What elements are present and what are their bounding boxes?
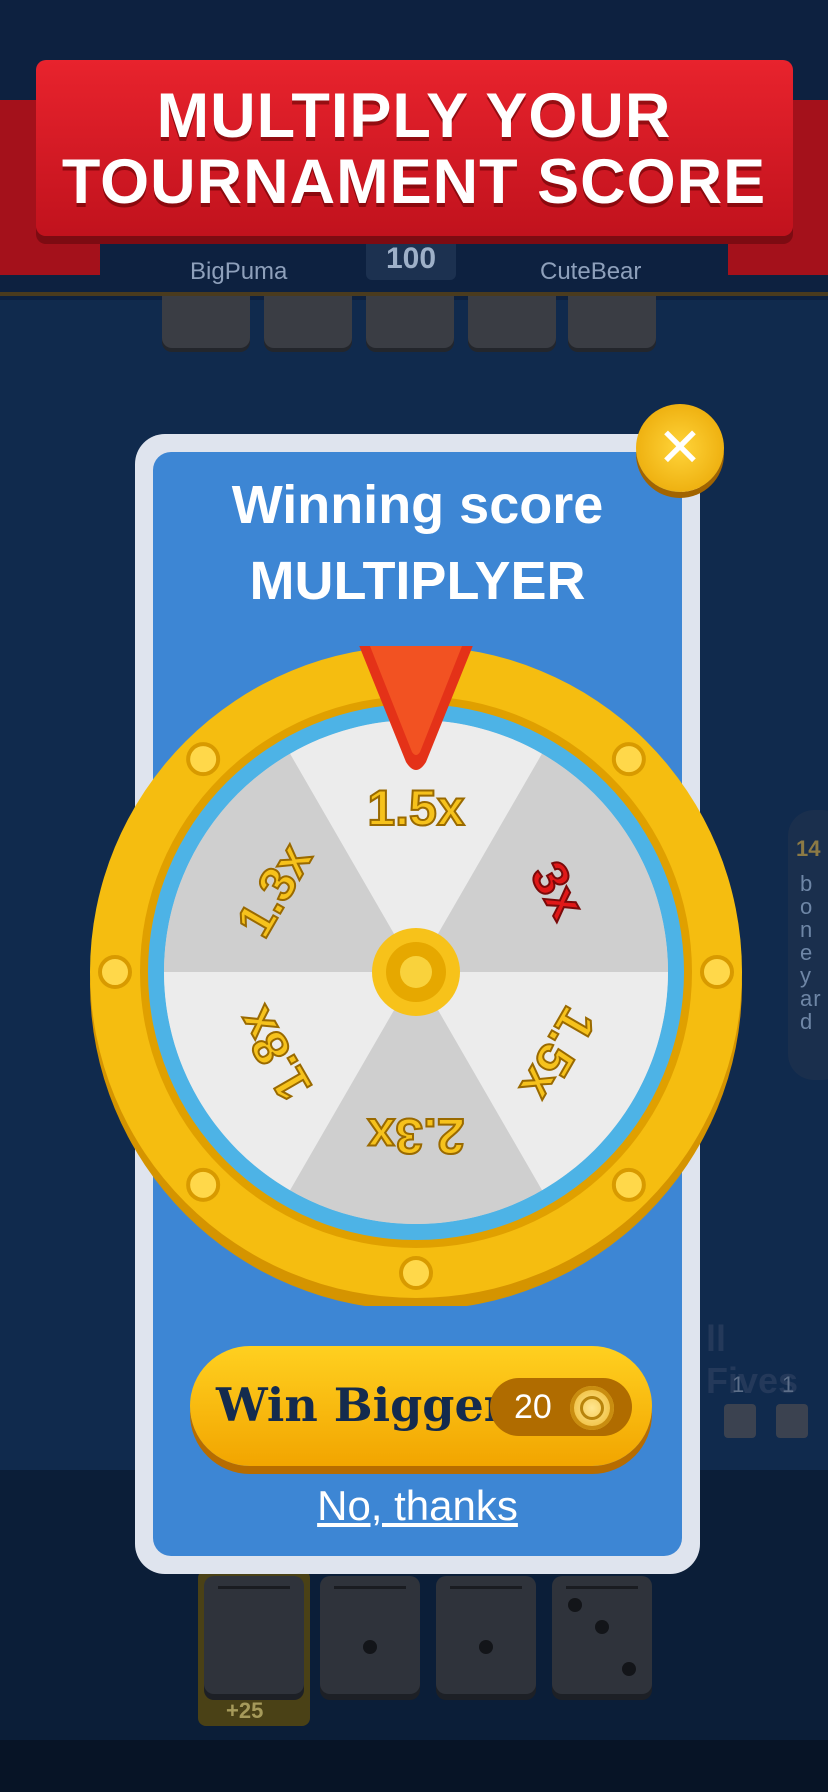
multiplier-wheel[interactable]: 1.5x 3x 1.5x 2.3x 1.8x 1.3x [86,628,746,1310]
mini-count: 1 [732,1372,745,1397]
wheel-segment-label: 2.3x [367,1108,465,1164]
banner-line-2: TOURNAMENT SCORE [61,147,767,217]
wheel-bolt [611,742,646,777]
price-value: 20 [514,1388,552,1426]
mini-tile [776,1404,808,1438]
bottom-bar [0,1740,828,1792]
opponent-tile [468,296,556,348]
dialog-title-line-1: Winning score [231,475,604,535]
boneyard-count: 14 [796,836,821,861]
hand-tile[interactable] [320,1576,420,1694]
player-name-left: BigPuma [190,258,288,285]
no-thanks-link[interactable]: No, thanks [153,1482,682,1530]
opponent-tile [162,296,250,348]
player-name-right: CuteBear [540,258,642,285]
close-button[interactable]: ✕ [636,404,724,492]
wheel-bolt [186,1167,221,1202]
wheel-segment-label: 1.5x [367,780,465,836]
opponent-tile [366,296,454,348]
hand-tile[interactable] [204,1576,304,1694]
mini-count: 1 [782,1372,795,1397]
hand-bonus: +25 [226,1698,264,1723]
close-icon: ✕ [657,418,703,478]
wheel-bolt [98,955,132,989]
mini-tile [724,1404,756,1438]
banner-line-1: MULTIPLY YOUR [156,81,672,151]
wheel-bolt [700,955,734,989]
wheel-bolt [186,742,221,777]
coin-icon-detail [580,1396,604,1420]
match-score: 100 [366,238,456,280]
wheel-hub-cap [400,956,432,988]
wheel-bolt [611,1167,646,1202]
win-bigger-label: Win Bigger [216,1378,508,1432]
hand-tile[interactable] [552,1576,652,1694]
boneyard-label: boneyard [800,871,822,1034]
game-mode-label: ll Fives [706,1318,799,1401]
opponent-tile [568,296,656,348]
opponent-tile [264,296,352,348]
dialog-title-line-2: MULTIPLYER [249,551,586,611]
hand-tile[interactable] [436,1576,536,1694]
wheel-bolt [399,1256,433,1290]
